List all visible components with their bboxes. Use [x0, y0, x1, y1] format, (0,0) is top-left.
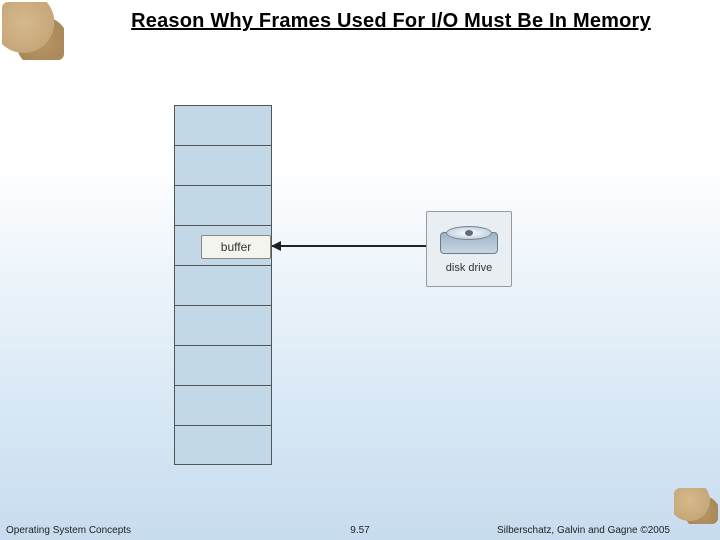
- slide-title: Reason Why Frames Used For I/O Must Be I…: [82, 10, 700, 33]
- logo-bottom-right: [674, 488, 718, 524]
- memory-frame: [175, 386, 271, 426]
- memory-frame: [175, 146, 271, 186]
- slide-footer: Operating System Concepts 9.57 Silbersch…: [0, 520, 720, 536]
- io-frames-diagram: buffer disk drive: [174, 105, 514, 475]
- disk-drive-icon: [440, 224, 498, 258]
- memory-frame: [175, 346, 271, 386]
- memory-frame: [175, 186, 271, 226]
- memory-frame-stack: [174, 105, 272, 465]
- logo-top-left: [2, 2, 64, 60]
- memory-frame: [175, 426, 271, 466]
- transfer-arrow-icon: [272, 245, 426, 247]
- memory-frame: [175, 306, 271, 346]
- footer-copyright: Silberschatz, Galvin and Gagne ©2005: [497, 525, 670, 536]
- memory-frame: [175, 266, 271, 306]
- disk-drive-label: disk drive: [446, 262, 492, 274]
- buffer-label: buffer: [201, 235, 271, 259]
- disk-drive-panel: disk drive: [426, 211, 512, 287]
- memory-frame: [175, 106, 271, 146]
